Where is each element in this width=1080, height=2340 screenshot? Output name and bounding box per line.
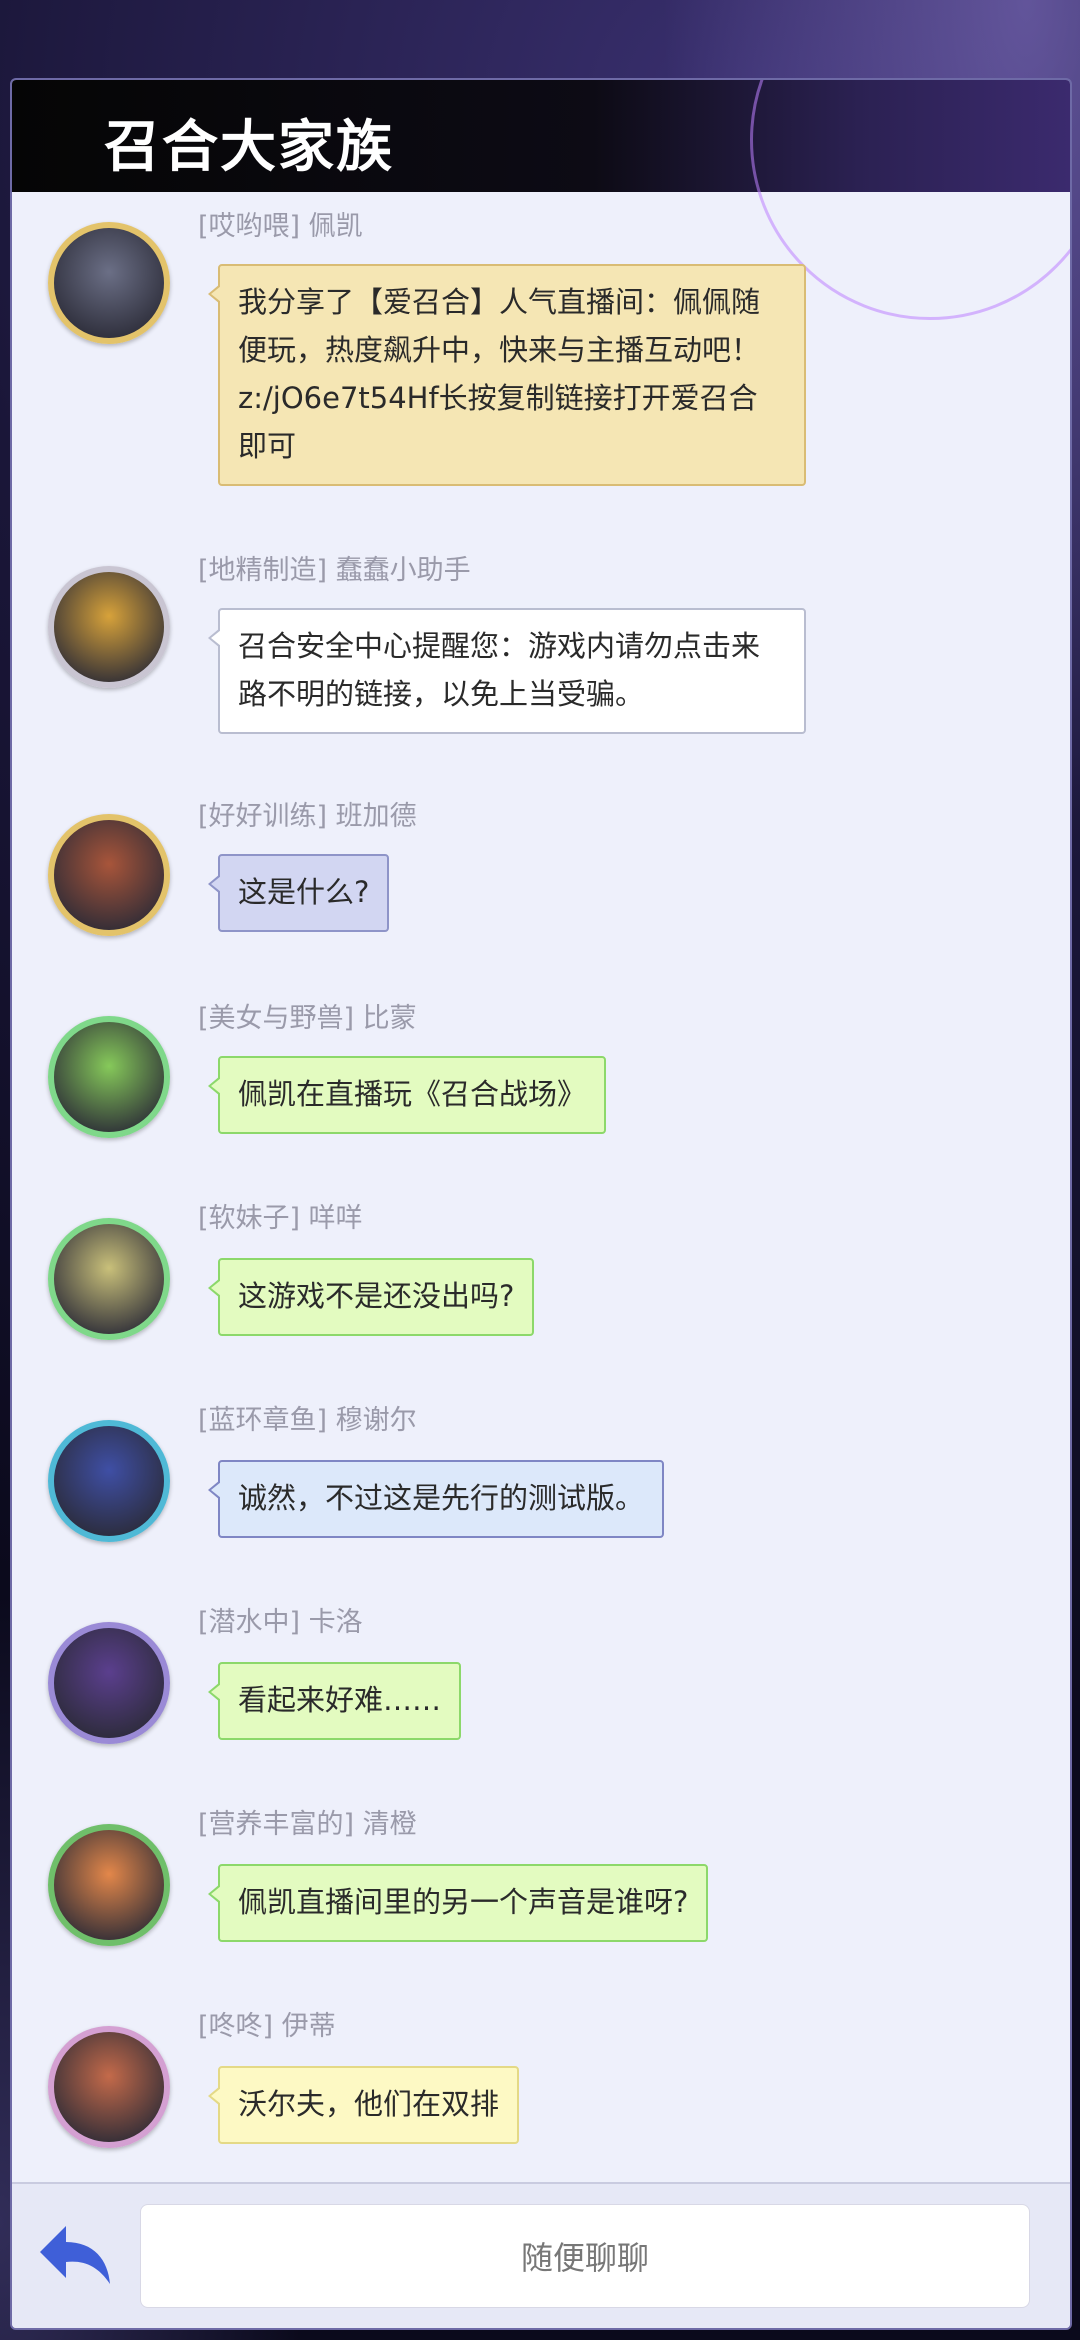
- sender-name: 班加德: [335, 801, 417, 832]
- message-bubble[interactable]: 这游戏不是还没出吗?: [207, 1258, 535, 1336]
- sender-name: 比蒙: [362, 1003, 417, 1034]
- sender-name: 咩咩: [308, 1203, 363, 1234]
- avatar[interactable]: [48, 566, 170, 688]
- avatar[interactable]: [48, 1622, 170, 1744]
- message-bubble[interactable]: 沃尔夫，他们在双排: [207, 2066, 520, 2144]
- message-bubble[interactable]: 诚然，不过这是先行的测试版。: [207, 1460, 665, 1538]
- back-button[interactable]: [36, 2220, 116, 2290]
- chat-footer: 随便聊聊: [12, 2182, 1070, 2328]
- sender-name: 伊蒂: [281, 2011, 336, 2042]
- sender-name: 穆谢尔: [335, 1405, 417, 1436]
- sender-line: [哎哟喂] 佩凯: [198, 204, 363, 243]
- chat-header: 召合大家族: [12, 80, 1070, 320]
- back-arrow-icon: [40, 2226, 110, 2284]
- avatar[interactable]: [48, 1824, 170, 1946]
- avatar[interactable]: [48, 1218, 170, 1340]
- sender-name: 清橙: [362, 1809, 417, 1840]
- sender-name: 佩凯: [308, 211, 363, 242]
- avatar[interactable]: [48, 2026, 170, 2148]
- sender-tag: [地精制造]: [198, 555, 328, 586]
- sender-line: [咚咚] 伊蒂: [198, 2004, 336, 2043]
- avatar[interactable]: [48, 222, 170, 344]
- sender-line: [蓝环章鱼] 穆谢尔: [198, 1398, 417, 1437]
- sender-tag: [美女与野兽]: [198, 1003, 355, 1034]
- sender-tag: [潜水中]: [198, 1607, 301, 1638]
- sender-line: [潜水中] 卡洛: [198, 1600, 363, 1639]
- sender-tag: [蓝环章鱼]: [198, 1405, 328, 1436]
- sender-name: 卡洛: [308, 1607, 363, 1638]
- page-title: 召合大家族: [104, 114, 394, 180]
- sender-line: [软妹子] 咩咩: [198, 1196, 363, 1235]
- message-bubble[interactable]: 佩凯直播间里的另一个声音是谁呀?: [207, 1864, 709, 1942]
- message-list[interactable]: [哎哟喂] 佩凯 我分享了【爱召合】人气直播间：佩佩随便玩，热度飙升中，快来与主…: [12, 192, 1070, 2262]
- sender-line: [营养丰富的] 清橙: [198, 1802, 417, 1841]
- sender-tag: [软妹子]: [198, 1203, 301, 1234]
- sender-tag: [好好训练]: [198, 801, 328, 832]
- sender-name: 蠢蠢小助手: [335, 555, 471, 586]
- avatar[interactable]: [48, 1016, 170, 1138]
- chat-panel: 召合大家族 [哎哟喂] 佩凯 我分享了【爱召合】人气直播间：佩佩随便玩，热度飙升…: [10, 78, 1072, 2330]
- sender-line: [地精制造] 蠢蠢小助手: [198, 548, 471, 587]
- sender-line: [美女与野兽] 比蒙: [198, 996, 417, 1035]
- message-bubble[interactable]: 佩凯在直播玩《召合战场》: [207, 1056, 607, 1134]
- sender-line: [好好训练] 班加德: [198, 794, 417, 833]
- message-bubble[interactable]: 看起来好难……: [207, 1662, 462, 1740]
- message-bubble[interactable]: 召合安全中心提醒您：游戏内请勿点击来路不明的链接，以免上当受骗。: [208, 608, 806, 734]
- message-bubble[interactable]: 我分享了【爱召合】人气直播间：佩佩随便玩，热度飙升中，快来与主播互动吧！z:/j…: [208, 264, 806, 486]
- sender-tag: [咚咚]: [198, 2011, 274, 2042]
- chat-input[interactable]: 随便聊聊: [140, 2204, 1030, 2308]
- avatar[interactable]: [48, 1420, 170, 1542]
- sender-tag: [营养丰富的]: [198, 1809, 355, 1840]
- sender-tag: [哎哟喂]: [198, 211, 301, 242]
- avatar[interactable]: [48, 814, 170, 936]
- message-bubble[interactable]: 这是什么?: [207, 854, 390, 932]
- chat-input-placeholder: 随便聊聊: [520, 2239, 649, 2277]
